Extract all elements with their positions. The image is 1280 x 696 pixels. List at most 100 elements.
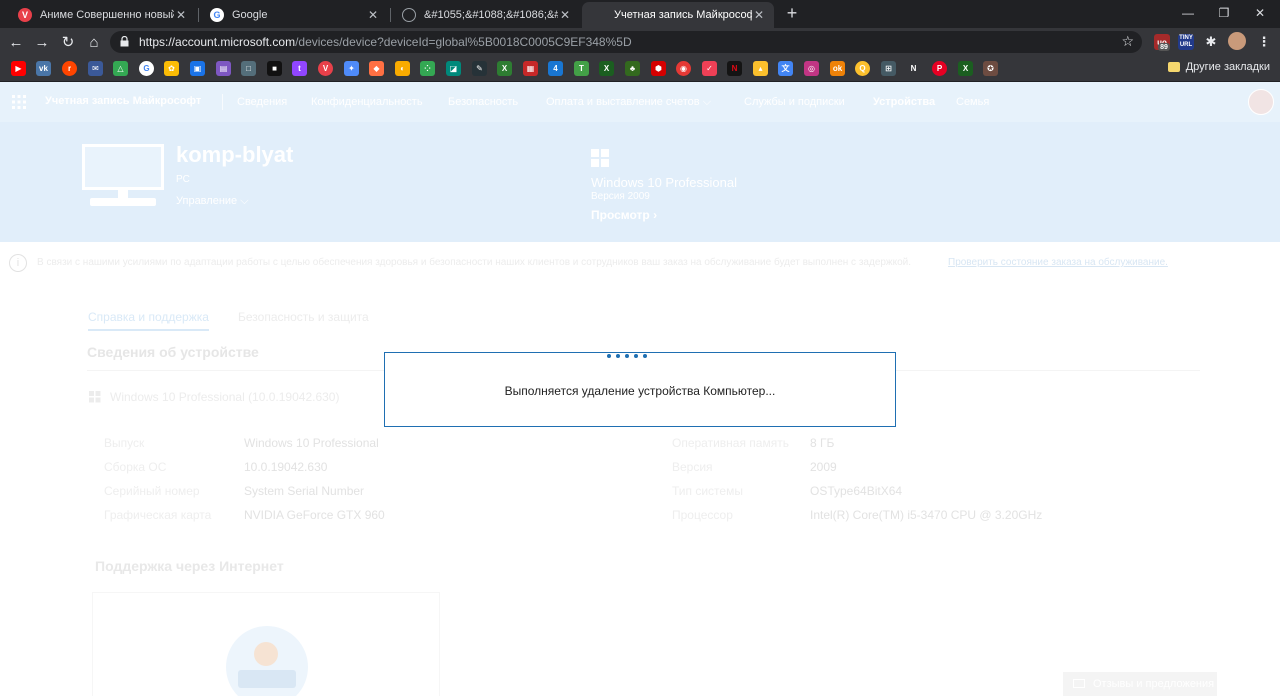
map-bookmark-icon[interactable]: ⊞ <box>881 61 896 76</box>
address-bar[interactable]: https://account.microsoft.com/devices/de… <box>110 31 1142 53</box>
browser-tab-entity[interactable]: &#1055;&#1088;&#1086;&#105 ✕ <box>392 2 580 28</box>
new-tab-button[interactable]: + <box>782 4 802 24</box>
spec-value-gpu: NVIDIA GeForce GTX 960 <box>244 508 385 522</box>
game-bookmark-icon[interactable]: ◆ <box>369 61 384 76</box>
sheets-bookmark-icon[interactable]: X <box>958 61 973 76</box>
maximize-icon[interactable]: ❐ <box>1204 0 1244 26</box>
red-bookmark-icon[interactable]: ▦ <box>523 61 538 76</box>
twitch-bookmark-icon[interactable]: t <box>292 61 307 76</box>
spec-value-cpu: Intel(R) Core(TM) i5-3470 CPU @ 3.20GHz <box>810 508 1043 522</box>
nav-divider <box>222 94 223 110</box>
green-bookmark-icon[interactable]: X <box>497 61 512 76</box>
teal-bookmark-icon[interactable]: ◪ <box>446 61 461 76</box>
forward-icon[interactable]: → <box>32 32 52 52</box>
spec-label-version: Версия <box>672 460 713 474</box>
extensions-puzzle-icon[interactable]: ✱ <box>1203 34 1219 50</box>
circle-bookmark-icon[interactable]: ◉ <box>676 61 691 76</box>
vivaldi-bookmark-icon[interactable]: V <box>318 61 333 76</box>
four-bookmark-icon[interactable]: 4 <box>548 61 563 76</box>
spec-value-system-type: OSType64BitX64 <box>810 484 903 498</box>
netflix-bookmark-icon[interactable]: N <box>727 61 742 76</box>
service-notice: i В связи с нашими усилиями по адаптации… <box>0 242 1280 282</box>
dark-bookmark-icon[interactable]: ■ <box>267 61 282 76</box>
meet-bookmark-icon[interactable]: ▣ <box>190 61 205 76</box>
yellow-bookmark-icon[interactable]: ◐ <box>395 61 410 76</box>
pocket-bookmark-icon[interactable]: ✓ <box>702 61 717 76</box>
generic-bookmark-icon[interactable]: □ <box>241 61 256 76</box>
photos-bookmark-icon[interactable]: ✿ <box>164 61 179 76</box>
reload-icon[interactable]: ↻ <box>58 32 78 52</box>
notion-bookmark-icon[interactable]: N <box>906 61 921 76</box>
docs-bookmark-icon[interactable]: ▤ <box>216 61 231 76</box>
loading-dot <box>625 354 629 358</box>
odnoklassniki-bookmark-icon[interactable]: ok <box>830 61 845 76</box>
excel-bookmark-icon[interactable]: X <box>599 61 614 76</box>
spec-label-ram: Оперативная память <box>672 436 789 450</box>
tab-security-protection[interactable]: Безопасность и защита <box>238 310 369 324</box>
misc-bookmark-icon[interactable]: ✪ <box>983 61 998 76</box>
windows-small-icon <box>89 391 101 403</box>
tinyurl-extension-icon[interactable]: TINY URL <box>1178 34 1194 50</box>
nav-item-family[interactable]: Семья <box>956 96 989 108</box>
tools-bookmark-icon[interactable]: ✎ <box>472 61 487 76</box>
bag-bookmark-icon[interactable]: ▴ <box>753 61 768 76</box>
minimize-icon[interactable]: — <box>1168 0 1208 26</box>
nav-item-services[interactable]: Службы и подписки <box>744 96 845 108</box>
manage-dropdown[interactable]: Управление ⌵ <box>176 195 249 208</box>
dots-bookmark-icon[interactable]: ⁘ <box>420 61 435 76</box>
close-tab-icon[interactable]: ✕ <box>174 8 188 22</box>
device-info-title: Сведения об устройстве <box>87 344 259 360</box>
nav-item-security[interactable]: Безопасность <box>448 96 518 108</box>
mail-bookmark-icon[interactable]: ✉ <box>88 61 103 76</box>
home-icon[interactable]: ⌂ <box>84 32 104 52</box>
tab-help-support[interactable]: Справка и поддержка <box>88 310 209 331</box>
pinterest-bookmark-icon[interactable]: P <box>932 61 947 76</box>
reddit-bookmark-icon[interactable]: r <box>62 61 77 76</box>
view-os-link[interactable]: Просмотр › <box>591 208 657 222</box>
bookmark-star-icon[interactable]: ☆ <box>1121 33 1134 50</box>
pc-monitor-icon <box>82 144 164 190</box>
spec-label-cpu: Процессор <box>672 508 733 522</box>
translate-bookmark-icon[interactable]: 文 <box>778 61 793 76</box>
dialog-message: Выполняется удаление устройства Компьюте… <box>504 384 776 398</box>
nav-item-billing[interactable]: Оплата и выставление счетов ⌵ <box>546 96 711 109</box>
url-path: /devices/device?deviceId=global%5B0018C0… <box>295 35 632 49</box>
os-name: Windows 10 Professional <box>591 175 737 190</box>
q-bookmark-icon[interactable]: Q <box>855 61 870 76</box>
browser-tab-microsoft[interactable]: Учетная запись Майкрософт | У ✕ <box>582 2 774 28</box>
feedback-button[interactable]: Отзывы и предложения <box>1063 672 1217 696</box>
other-bookmarks[interactable]: Другие закладки <box>1167 61 1270 73</box>
drive-bookmark-icon[interactable]: △ <box>113 61 128 76</box>
t-bookmark-icon[interactable]: T <box>574 61 589 76</box>
ms-brand-link[interactable]: Учетная запись Майкрософт <box>45 95 201 107</box>
leaf-bookmark-icon[interactable]: ♣ <box>625 61 640 76</box>
tab-title: &#1055;&#1088;&#1086;&#105 <box>424 9 558 21</box>
vk-bookmark-icon[interactable]: vk <box>36 61 51 76</box>
browser-tab-google[interactable]: G Google ✕ <box>200 2 388 28</box>
browser-tabstrip: V Аниме Совершенно новый звез ✕ G Google… <box>0 0 1280 28</box>
browser-toolbar: ← → ↻ ⌂ https://account.microsoft.com/de… <box>0 28 1280 56</box>
folder-icon <box>1167 62 1180 72</box>
account-avatar[interactable] <box>1248 89 1274 115</box>
loading-dot <box>634 354 638 358</box>
close-tab-icon[interactable]: ✕ <box>366 8 380 22</box>
menu-dots-icon[interactable]: ⋮ <box>1256 34 1272 50</box>
instagram-bookmark-icon[interactable]: ◎ <box>804 61 819 76</box>
browser-tab-anime[interactable]: V Аниме Совершенно новый звез ✕ <box>8 2 196 28</box>
profile-avatar[interactable] <box>1228 32 1246 50</box>
app-launcher-icon[interactable] <box>12 95 26 109</box>
close-tab-icon[interactable]: ✕ <box>558 8 572 22</box>
close-window-icon[interactable]: ✕ <box>1240 0 1280 26</box>
vivaldi-icon: V <box>18 8 32 22</box>
nav-item-devices[interactable]: Устройства <box>873 96 935 108</box>
star-bookmark-icon[interactable]: ✦ <box>344 61 359 76</box>
ublock-badge: 89 <box>1158 43 1170 51</box>
notice-link[interactable]: Проверить состояние заказа на обслуживан… <box>948 257 1168 268</box>
nav-item-privacy[interactable]: Конфиденциальность <box>311 96 423 108</box>
back-icon[interactable]: ← <box>6 32 26 52</box>
close-tab-icon[interactable]: ✕ <box>752 8 766 22</box>
nav-item-info[interactable]: Сведения <box>237 96 287 108</box>
youtube-bookmark-icon[interactable]: ▶ <box>11 61 26 76</box>
google-bookmark-icon[interactable]: G <box>139 61 154 76</box>
hex-bookmark-icon[interactable]: ⬢ <box>651 61 666 76</box>
